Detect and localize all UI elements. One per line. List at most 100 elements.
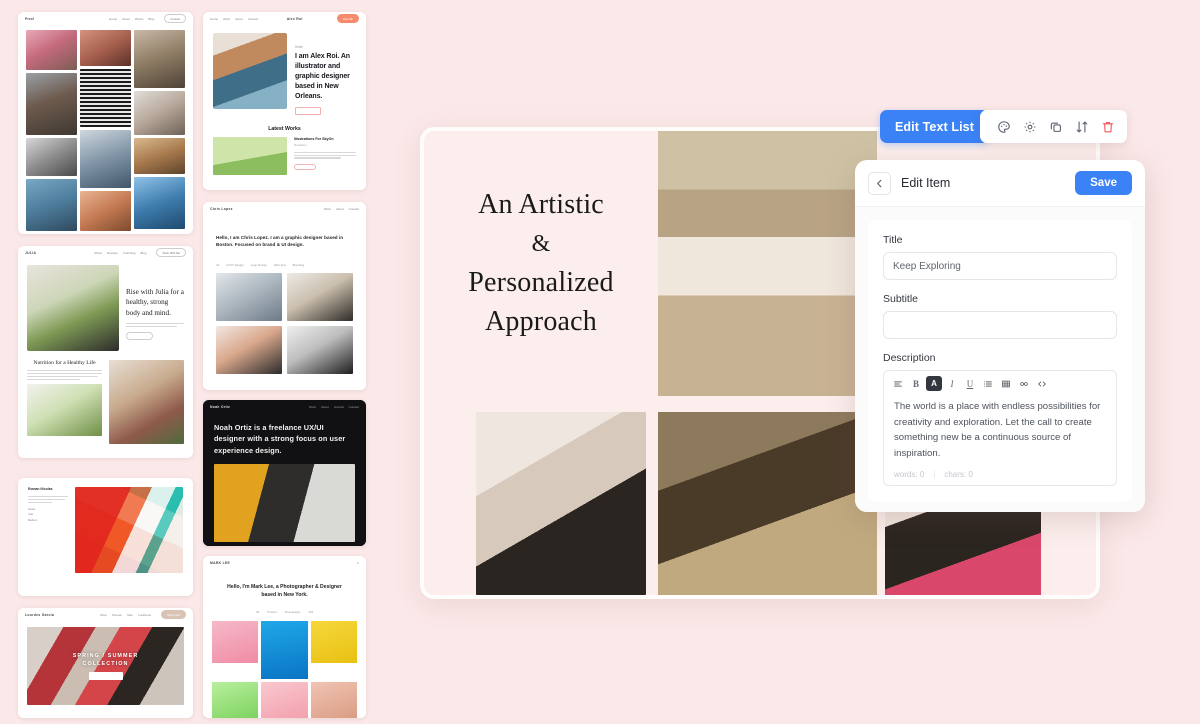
nav-link: Home	[210, 17, 218, 21]
counter-divider: |	[933, 470, 935, 479]
sort-icon[interactable]	[1071, 115, 1094, 138]
code-icon[interactable]	[1034, 376, 1050, 391]
template-card-noah-ortiz[interactable]: Noah Ortiz Work About Journal Contact No…	[203, 400, 366, 546]
text-color-icon[interactable]: A	[926, 376, 942, 391]
fashion-hero-line2: COLLECTION	[82, 660, 128, 668]
alex-roi-work-subtitle: Illustration	[294, 143, 356, 147]
portrait-photo	[134, 177, 185, 229]
subtitle-field-label: Subtitle	[883, 293, 1117, 305]
template-logo: Pixel	[25, 17, 34, 21]
nutrition-headline: Rise with Julia for a healthy, strong bo…	[126, 287, 184, 318]
portrait-photo	[26, 138, 77, 176]
template-nav-links: Work About Journal Contact	[309, 405, 359, 409]
canvas-photo-couple-dancing[interactable]: Timeless Elegance and	[658, 396, 877, 595]
menu-icon: ≡	[357, 561, 359, 565]
template-card-mark-lee[interactable]: MARK LEE ≡ Hello, I'm Mark Lee, a Photog…	[203, 556, 366, 718]
panel-title: Edit Item	[901, 176, 950, 190]
alex-roi-portrait-photo	[213, 33, 287, 109]
noah-ortiz-headline: Noah Ortiz is a freelance UX/UI designer…	[203, 413, 366, 456]
nav-link: About	[336, 207, 344, 211]
artwork-meta: Medium	[28, 519, 68, 522]
abstract-artwork-photo	[75, 487, 183, 573]
alex-roi-work-title: Illustrations For SkyOn	[294, 137, 356, 141]
template-nav-links: ≡	[357, 561, 359, 565]
filter-tab: UI/UX Design	[226, 263, 244, 267]
template-nav-button: Work With Me	[156, 248, 186, 257]
work-photo	[216, 273, 282, 321]
alex-roi-eyebrow: Hello!	[295, 45, 356, 49]
panel-body: Title Subtitle Description B A I U	[855, 207, 1145, 512]
italic-icon[interactable]: I	[944, 376, 960, 391]
template-card-abstract-art[interactable]: Roman Nicolas Series Year Medium	[18, 478, 193, 596]
bold-icon[interactable]: B	[908, 376, 924, 391]
chevron-left-icon[interactable]	[868, 172, 891, 195]
rte-toolbar: B A I U	[884, 371, 1116, 396]
body-placeholder-lines	[126, 323, 184, 327]
canvas-photo-hands-lace[interactable]	[424, 396, 658, 595]
subtitle-input[interactable]	[883, 311, 1117, 339]
alex-roi-work-photo	[213, 137, 287, 175]
bullet-list-icon[interactable]	[980, 376, 996, 391]
template-card-alex-roi[interactable]: Home Work About Contact Alex Roi Hire Me…	[203, 12, 366, 190]
title-input[interactable]	[883, 252, 1117, 280]
link-icon[interactable]	[1016, 376, 1032, 391]
underline-icon[interactable]: U	[962, 376, 978, 391]
duplicate-icon[interactable]	[1045, 115, 1068, 138]
artwork-meta: Year	[28, 513, 68, 516]
align-icon[interactable]	[890, 376, 906, 391]
template-card-portrait-grid[interactable]: Pixel Home About Works Blog Contact	[18, 12, 193, 234]
nav-link: Work	[223, 17, 230, 21]
template-logo: MARK LEE	[210, 561, 230, 565]
portrait-photo	[26, 30, 77, 70]
portrait-photo	[80, 191, 131, 231]
canvas-headline[interactable]: An Artistic & Personalized Approach	[424, 131, 658, 396]
body-placeholder-lines	[294, 152, 356, 159]
portrait-photo	[26, 73, 77, 135]
nav-link: Contact	[248, 17, 258, 21]
nav-link: Men	[127, 613, 133, 617]
fashion-hero-line1: SPRING / SUMMER	[73, 652, 139, 660]
nav-link: Blog	[140, 251, 146, 255]
product-photo	[261, 621, 307, 679]
work-photo	[287, 273, 353, 321]
template-nav-button: Shop Now	[161, 610, 186, 619]
description-rich-text-editor[interactable]: B A I U The w	[883, 370, 1117, 486]
template-card-fashion[interactable]: Lourdes Garcia Shop Women Men Lookbook S…	[18, 608, 193, 718]
filter-tab: Product	[267, 610, 277, 614]
nav-link: Lookbook	[138, 613, 151, 617]
alex-roi-work-cta	[294, 164, 316, 170]
template-logo: Noah Ortiz	[210, 405, 230, 409]
body-placeholder-lines	[28, 496, 68, 503]
nav-link: Blog	[148, 17, 154, 21]
element-toolbar[interactable]: Edit Text List	[880, 110, 1127, 143]
canvas-photo-couple-embrace[interactable]	[658, 131, 877, 396]
template-logo: Alex Roi	[287, 17, 303, 21]
trash-icon[interactable]	[1097, 115, 1120, 138]
nav-link: Contact	[349, 207, 359, 211]
couple-dancing-photo	[658, 412, 877, 595]
char-count: chars: 0	[944, 470, 972, 479]
edit-item-panel[interactable]: Edit Item Save Title Subtitle Descriptio…	[855, 160, 1145, 512]
hands-lace-photo	[476, 412, 646, 595]
nav-link: Contact	[349, 405, 359, 409]
gear-icon[interactable]	[1019, 115, 1042, 138]
body-placeholder-lines	[27, 370, 102, 380]
headline-line-1: An Artistic	[478, 185, 604, 225]
table-icon[interactable]	[998, 376, 1014, 391]
template-logo: Chris Lopez	[210, 207, 233, 211]
template-nav: Noah Ortiz Work About Journal Contact	[203, 400, 366, 413]
template-card-chris-lopez[interactable]: Chris Lopez Work About Contact Hello, I …	[203, 202, 366, 390]
mark-lee-headline: Hello, I'm Mark Lee, a Photographer & De…	[203, 569, 366, 599]
palette-icon[interactable]	[993, 115, 1016, 138]
fashion-hero-photo: SPRING / SUMMER COLLECTION	[27, 627, 184, 705]
template-card-nutrition[interactable]: JULIA About Recipes Coaching Blog Work W…	[18, 246, 193, 458]
template-nav: Chris Lopez Work About Contact	[203, 202, 366, 215]
fashion-cta-button	[89, 672, 123, 680]
description-textarea[interactable]: The world is a place with endless possib…	[884, 396, 1116, 466]
description-field-label: Description	[883, 352, 1117, 364]
chris-lopez-filter-tabs: All UI/UX Design Logo Design Web App Bra…	[203, 249, 366, 267]
edit-text-list-button[interactable]: Edit Text List	[880, 110, 989, 143]
save-button[interactable]: Save	[1075, 171, 1132, 195]
template-nav: Home Work About Contact Alex Roi Hire Me	[203, 12, 366, 25]
template-nav-button: Hire Me	[337, 14, 359, 23]
